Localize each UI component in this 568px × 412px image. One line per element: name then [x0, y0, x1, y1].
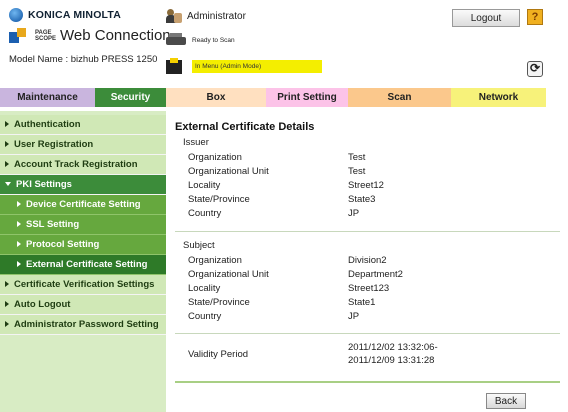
sidebar-item-account-track-registration[interactable]: Account Track Registration	[0, 155, 166, 175]
back-button[interactable]: Back	[486, 393, 526, 409]
divider	[175, 231, 560, 232]
subject-organization-value: Division2	[348, 255, 387, 266]
issuer-country-value: JP	[348, 208, 360, 219]
tab-box[interactable]: Box	[166, 88, 266, 107]
content-bottom-divider	[175, 381, 560, 383]
sidebar-item-label: SSL Setting	[26, 219, 80, 230]
user-name: Administrator	[187, 10, 246, 22]
issuer-organization-value: Test	[348, 152, 366, 163]
tab-maintenance[interactable]: Maintenance	[0, 88, 95, 107]
globe-logo-icon	[9, 8, 23, 22]
sidebar: Authentication User Registration Account…	[0, 111, 166, 412]
logout-button[interactable]: Logout	[452, 9, 520, 27]
subject-country-value: JP	[348, 311, 360, 322]
status-ready-text: Ready to Scan	[192, 36, 235, 44]
validity-from-value: 2011/12/02 13:32:06-	[348, 342, 438, 353]
sidebar-item-label: Administrator Password Setting	[14, 319, 159, 330]
subject-heading: Subject	[183, 240, 215, 251]
sidebar-item-label: Protocol Setting	[26, 239, 100, 250]
arrow-down-icon	[5, 181, 11, 186]
pagescope-small-text: PAGE SCOPE	[35, 29, 57, 42]
arrow-right-icon	[17, 201, 21, 208]
issuer-state-label: State/Province	[188, 194, 250, 205]
issuer-locality-value: Street12	[348, 180, 384, 191]
scan-status: Ready to Scan	[166, 33, 235, 47]
sidebar-item-label: External Certificate Setting	[26, 259, 148, 270]
issuer-state-value: State3	[348, 194, 376, 205]
subject-org-unit-label: Organizational Unit	[188, 269, 269, 280]
arrow-right-icon	[17, 221, 21, 228]
brand-name: KONICA MINOLTA	[28, 9, 122, 21]
tab-network[interactable]: Network	[451, 88, 546, 107]
status-menu-text: In Menu (Admin Mode)	[192, 59, 322, 73]
subject-locality-label: Locality	[188, 283, 221, 294]
sidebar-item-authentication[interactable]: Authentication	[0, 115, 166, 135]
sidebar-item-ssl-setting[interactable]: SSL Setting	[0, 215, 166, 235]
administrator-icon	[166, 9, 182, 23]
sidebar-item-label: Auto Logout	[14, 299, 71, 310]
subject-country-label: Country	[188, 311, 222, 322]
sidebar-item-label: User Registration	[14, 139, 94, 150]
validity-to-value: 2011/12/09 13:31:28	[348, 355, 435, 366]
sidebar-item-auto-logout[interactable]: Auto Logout	[0, 295, 166, 315]
header: KONICA MINOLTA PAGE SCOPE Web Connection…	[0, 0, 568, 80]
subject-state-value: State1	[348, 297, 376, 308]
sidebar-item-external-certificate-setting[interactable]: External Certificate Setting	[0, 255, 166, 275]
sidebar-item-certificate-verification-settings[interactable]: Certificate Verification Settings	[0, 275, 166, 295]
user-info: Administrator	[166, 9, 246, 23]
pagescope-logo: PAGE SCOPE Web Connection	[9, 27, 171, 44]
arrow-right-icon	[17, 241, 21, 248]
issuer-country-label: Country	[188, 208, 222, 219]
arrow-right-icon	[5, 321, 9, 328]
subject-state-label: State/Province	[188, 297, 250, 308]
admin-mode-icon	[166, 58, 182, 74]
subject-organization-label: Organization	[188, 255, 242, 266]
sidebar-item-administrator-password-setting[interactable]: Administrator Password Setting	[0, 315, 166, 335]
sidebar-item-pki-settings[interactable]: PKI Settings	[0, 175, 166, 195]
mode-status: In Menu (Admin Mode)	[166, 58, 322, 74]
arrow-right-icon	[5, 281, 9, 288]
arrow-right-icon	[5, 301, 9, 308]
main-tabs: Maintenance Security Box Print Setting S…	[0, 88, 560, 107]
page-title: External Certificate Details	[175, 121, 315, 133]
sidebar-item-label: Authentication	[14, 119, 81, 130]
tab-scan[interactable]: Scan	[348, 88, 451, 107]
sidebar-item-label: Device Certificate Setting	[26, 199, 141, 210]
help-icon[interactable]: ?	[527, 9, 543, 25]
arrow-right-icon	[5, 161, 9, 168]
sidebar-item-label: Account Track Registration	[14, 159, 138, 170]
subject-locality-value: Street123	[348, 283, 390, 294]
issuer-organization-label: Organization	[188, 152, 242, 163]
model-name: Model Name : bizhub PRESS 1250	[9, 54, 158, 65]
pagescope-icon	[9, 27, 31, 44]
brand-logo: KONICA MINOLTA	[9, 8, 121, 22]
arrow-right-icon	[17, 261, 21, 268]
divider	[175, 333, 560, 334]
sidebar-item-protocol-setting[interactable]: Protocol Setting	[0, 235, 166, 255]
subject-org-unit-value: Department2	[348, 269, 403, 280]
issuer-org-unit-value: Test	[348, 166, 366, 177]
app-title: Web Connection	[60, 27, 171, 44]
tab-print-setting[interactable]: Print Setting	[266, 88, 348, 107]
sidebar-item-label: PKI Settings	[16, 179, 72, 190]
arrow-right-icon	[5, 121, 9, 128]
sidebar-item-device-certificate-setting[interactable]: Device Certificate Setting	[0, 195, 166, 215]
issuer-heading: Issuer	[183, 137, 209, 148]
arrow-right-icon	[5, 141, 9, 148]
tab-security[interactable]: Security	[95, 88, 166, 107]
validity-period-label: Validity Period	[188, 349, 249, 360]
issuer-org-unit-label: Organizational Unit	[188, 166, 269, 177]
sidebar-item-label: Certificate Verification Settings	[14, 279, 155, 290]
refresh-icon[interactable]: ⟳	[527, 61, 543, 77]
issuer-locality-label: Locality	[188, 180, 221, 191]
sidebar-item-user-registration[interactable]: User Registration	[0, 135, 166, 155]
printer-icon	[166, 33, 186, 47]
